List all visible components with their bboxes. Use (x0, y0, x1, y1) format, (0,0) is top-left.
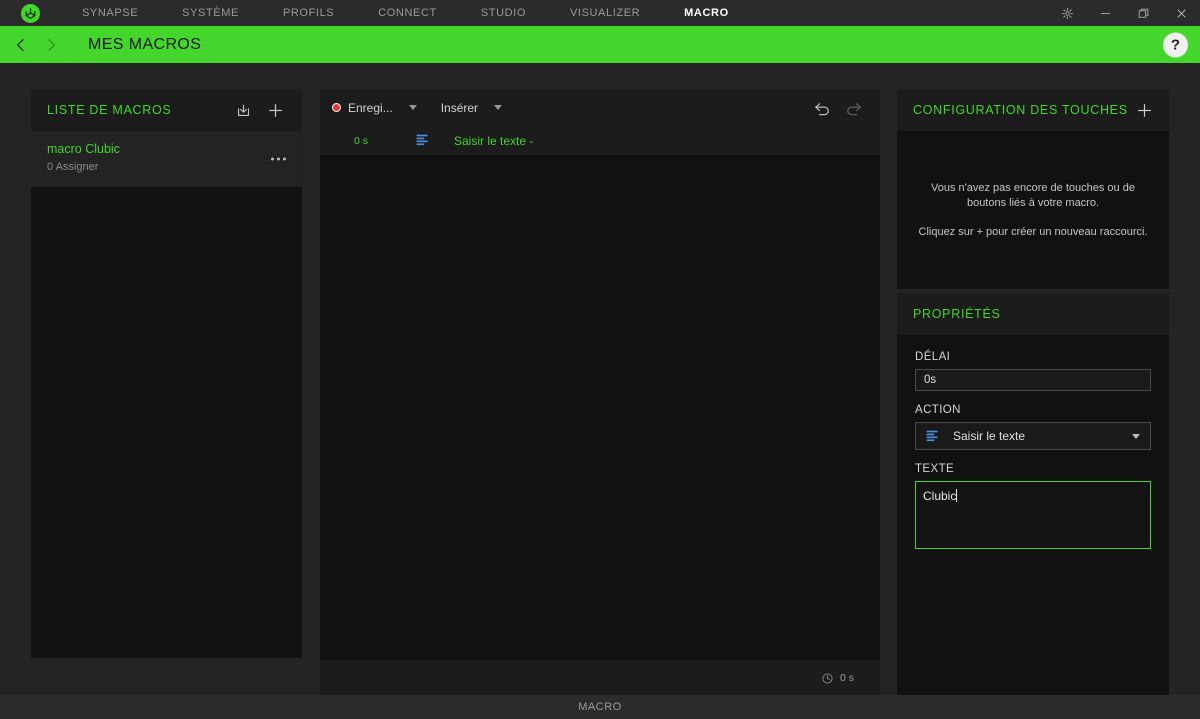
razer-synapse-window: SYNAPSE SYSTÈME PROFILS CONNECT STUDIO V… (0, 0, 1200, 719)
back-button[interactable] (6, 26, 36, 63)
macro-editor-panel: Enregi... Insérer 0 s Saisir le texte - … (320, 89, 880, 719)
key-configuration-title: CONFIGURATION DES TOUCHES (913, 103, 1128, 117)
text-value: Clubic (923, 489, 957, 503)
macro-duration: 0 s (821, 672, 854, 685)
nav-tab-connect[interactable]: CONNECT (356, 0, 459, 26)
redo-icon[interactable] (838, 89, 870, 126)
record-button[interactable]: Enregi... (332, 89, 417, 126)
nav-tab-profils[interactable]: PROFILS (261, 0, 356, 26)
title-bar: SYNAPSE SYSTÈME PROFILS CONNECT STUDIO V… (0, 0, 1200, 26)
main-navigation: SYNAPSE SYSTÈME PROFILS CONNECT STUDIO V… (60, 0, 751, 26)
chevron-down-icon (1132, 433, 1140, 439)
chevron-down-icon[interactable] (494, 105, 503, 110)
import-icon[interactable] (230, 97, 256, 123)
text-label: TEXTE (915, 463, 955, 475)
step-time: 0 s (354, 134, 369, 147)
window-controls (1048, 0, 1200, 26)
restore-icon[interactable] (1124, 0, 1162, 26)
page-title: MES MACROS (88, 35, 202, 53)
macro-list-title: LISTE DE MACROS (47, 103, 172, 117)
help-label: ? (1170, 36, 1181, 53)
plus-icon (268, 103, 282, 117)
delay-input[interactable] (915, 369, 1151, 391)
minimize-icon[interactable] (1086, 0, 1124, 26)
macro-list-header: LISTE DE MACROS (31, 89, 302, 131)
right-column: CONFIGURATION DES TOUCHES Vous n'avez pa… (897, 89, 1169, 719)
insert-label: Insérer (440, 100, 479, 115)
field-spacer (915, 450, 1151, 463)
nav-tab-studio[interactable]: STUDIO (459, 0, 548, 26)
page-header: MES MACROS ? (0, 26, 1200, 63)
text-lines-icon (408, 133, 436, 148)
content-area: LISTE DE MACROS macro Clubic 0 Assigner … (0, 63, 1200, 719)
field-spacer (915, 391, 1151, 404)
chevron-down-icon[interactable] (408, 105, 417, 110)
razer-logo-icon (20, 3, 40, 23)
plus-icon (1138, 103, 1151, 117)
text-cursor (956, 489, 958, 502)
key-configuration-panel: CONFIGURATION DES TOUCHES Vous n'avez pa… (897, 89, 1169, 289)
insert-button[interactable]: Insérer (440, 89, 503, 126)
chevron-left-icon (17, 38, 24, 51)
editor-toolbar: Enregi... Insérer (320, 89, 880, 126)
add-macro-button[interactable] (262, 97, 288, 123)
status-bar-label: MACRO (578, 701, 622, 713)
settings-gear-icon[interactable] (1048, 0, 1086, 26)
properties-header: PROPRIÉTÉS (897, 293, 1169, 335)
macro-options-icon[interactable] (269, 152, 288, 167)
add-shortcut-button[interactable] (1134, 97, 1155, 123)
action-value: Saisir le texte (953, 429, 1026, 443)
key-configuration-header: CONFIGURATION DES TOUCHES (897, 89, 1169, 131)
text-input-area[interactable]: Clubic (915, 481, 1151, 549)
action-label: ACTION (915, 404, 961, 416)
clock-icon (822, 672, 833, 684)
macro-step-row[interactable]: 0 s Saisir le texte - (320, 126, 880, 155)
action-select[interactable]: Saisir le texte (915, 422, 1151, 450)
macro-name: macro Clubic (47, 142, 120, 156)
properties-title: PROPRIÉTÉS (913, 307, 1001, 321)
close-icon[interactable] (1162, 0, 1200, 26)
properties-panel: PROPRIÉTÉS DÉLAI ACTION (897, 293, 1169, 719)
nav-tab-synapse[interactable]: SYNAPSE (60, 0, 160, 26)
app-logo (0, 3, 60, 23)
key-configuration-empty-state: Vous n'avez pas encore de touches ou de … (897, 131, 1169, 289)
empty-state-line-1: Vous n'avez pas encore de touches ou de … (931, 181, 1135, 209)
empty-state-line-2: Cliquez sur + pour créer un nouveau racc… (918, 225, 1148, 238)
macro-list: macro Clubic 0 Assigner (31, 131, 302, 658)
nav-tab-systeme[interactable]: SYSTÈME (160, 0, 261, 26)
chevron-right-icon (48, 38, 55, 51)
forward-button[interactable] (36, 26, 66, 63)
list-item[interactable]: macro Clubic 0 Assigner (31, 131, 302, 187)
macro-duration-value: 0 s (839, 672, 854, 684)
editor-footer: 0 s (320, 660, 880, 696)
help-button[interactable]: ? (1163, 32, 1188, 57)
text-lines-icon (925, 429, 949, 444)
macro-assigned-count: 0 Assigner (47, 161, 99, 173)
delay-label: DÉLAI (915, 351, 951, 363)
nav-tab-visualizer[interactable]: VISUALIZER (548, 0, 662, 26)
macro-timeline-canvas[interactable] (320, 155, 880, 660)
record-label: Enregi... (348, 100, 393, 115)
status-bar: MACRO (0, 695, 1200, 719)
toolbar-history-controls (806, 89, 870, 126)
macro-list-panel: LISTE DE MACROS macro Clubic 0 Assigner (31, 89, 302, 658)
nav-tab-macro[interactable]: MACRO (662, 0, 751, 26)
record-dot-icon (332, 103, 341, 112)
undo-icon[interactable] (806, 89, 838, 126)
properties-body: DÉLAI ACTION Saisir (897, 335, 1169, 549)
step-label: Saisir le texte - (454, 133, 534, 148)
